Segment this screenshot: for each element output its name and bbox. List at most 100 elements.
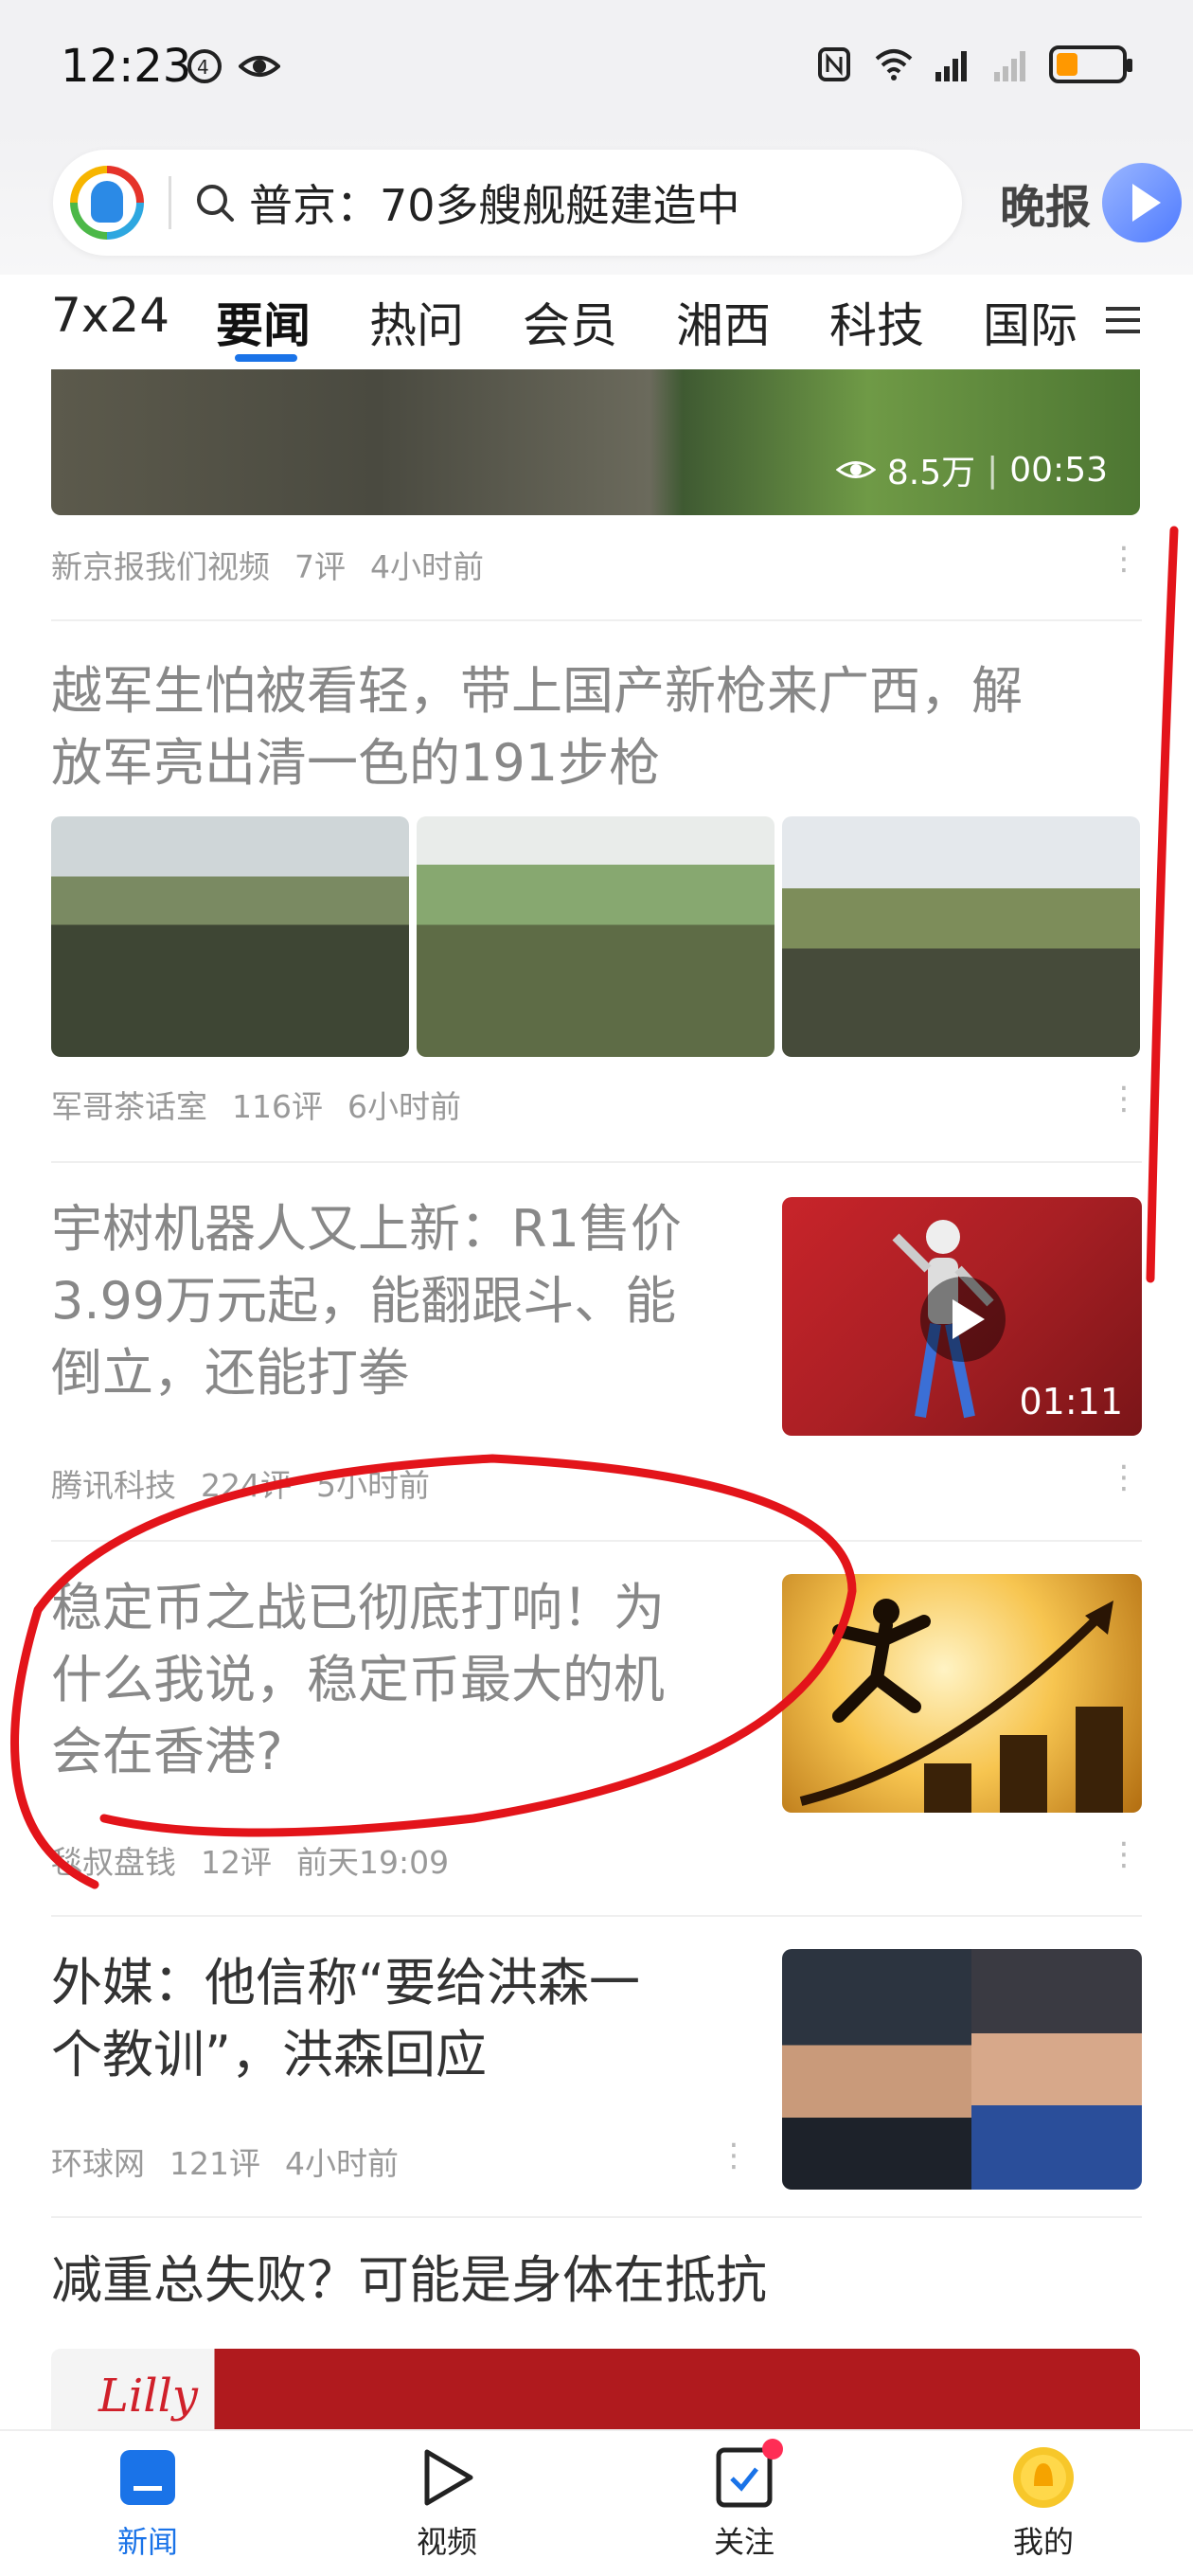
item-comments: 116评 bbox=[232, 1088, 323, 1125]
headline-3[interactable]: 稳定币之战已彻底打响！为 什么我说，稳定币最大的机 会在香港? bbox=[51, 1572, 771, 1788]
battery-icon bbox=[1049, 45, 1132, 83]
headline-line: 越军生怕被看轻，带上国产新枪来广西，解 bbox=[51, 661, 1023, 721]
nav-follow[interactable]: 关注 bbox=[678, 2439, 810, 2562]
news-image[interactable] bbox=[782, 816, 1140, 1057]
divider bbox=[51, 619, 1142, 621]
headline-line: 个教训”，洪森回应 bbox=[51, 2025, 487, 2084]
more-options-icon[interactable] bbox=[1108, 1458, 1140, 1498]
evening-news-button[interactable]: 晚报 bbox=[1000, 161, 1182, 244]
item-source: 毯叔盘钱 bbox=[51, 1844, 176, 1881]
headline-line: 什么我说，稳定币最大的机 bbox=[51, 1650, 665, 1709]
tab-bar: 7x24 要闻 热问 会员 湘西 科技 国际 bbox=[0, 275, 1193, 369]
item-meta: 毯叔盘钱 12评 前天19:09 bbox=[51, 1837, 473, 1883]
active-tab-indicator bbox=[235, 354, 297, 362]
headline-2[interactable]: 宇树机器人又上新：R1售价 3.99万元起，能翻跟斗、能 倒立，还能打拳 bbox=[51, 1193, 771, 1409]
notification-icon: 4 bbox=[187, 49, 222, 83]
nav-label: 新闻 bbox=[116, 2524, 178, 2560]
tab-hot-questions[interactable]: 热问 bbox=[369, 288, 464, 356]
headline-line: 外媒：他信称“要给洪森一 bbox=[51, 1953, 640, 2012]
follow-icon bbox=[711, 2439, 783, 2511]
video-icon bbox=[414, 2444, 480, 2511]
bottom-nav: 新闻 视频 关注 我的 bbox=[0, 2429, 1193, 2576]
nav-video[interactable]: 视频 bbox=[381, 2444, 513, 2562]
eye-icon bbox=[239, 56, 280, 77]
video-thumbnail[interactable]: 8.5万 | 00:53 bbox=[51, 369, 1140, 515]
nav-label: 我的 bbox=[1012, 2524, 1074, 2560]
news-image[interactable] bbox=[782, 1574, 1142, 1813]
divider bbox=[51, 2216, 1142, 2218]
headline-line: 稳定币之战已彻底打响！为 bbox=[51, 1578, 665, 1637]
item-source: 军哥茶话室 bbox=[51, 1088, 207, 1125]
wifi-icon bbox=[875, 49, 913, 80]
view-count: 8.5万 bbox=[886, 454, 976, 492]
views-icon bbox=[835, 461, 876, 478]
news-image[interactable] bbox=[417, 816, 775, 1057]
tab-tech[interactable]: 科技 bbox=[829, 288, 924, 356]
status-bar: 12:23 4 bbox=[0, 0, 1193, 133]
item-source: 新京报我们视频 bbox=[51, 548, 270, 585]
svg-text:4: 4 bbox=[197, 56, 209, 79]
play-icon bbox=[1102, 163, 1182, 242]
signal-2-icon bbox=[994, 51, 1025, 81]
item-time: 4小时前 bbox=[370, 548, 484, 585]
video-duration: 01:11 bbox=[1019, 1381, 1123, 1422]
news-image[interactable] bbox=[782, 1949, 1142, 2190]
item-comments: 121评 bbox=[169, 2145, 260, 2182]
news-image[interactable]: Lilly bbox=[51, 2349, 1140, 2429]
headline-line: 放军亮出清一色的191步枪 bbox=[51, 733, 661, 793]
item-time: 5小时前 bbox=[316, 1467, 430, 1504]
divider bbox=[51, 1161, 1142, 1163]
play-icon[interactable] bbox=[920, 1277, 1006, 1362]
item-comments: 12评 bbox=[201, 1844, 272, 1881]
divider bbox=[51, 1915, 1142, 1917]
headline-1[interactable]: 越军生怕被看轻，带上国产新枪来广西，解 放军亮出清一色的191步枪 bbox=[51, 655, 1149, 799]
photo-left bbox=[782, 1949, 971, 2190]
photo-right bbox=[971, 1949, 1142, 2190]
headline-line: 3.99万元起，能翻跟斗、能 bbox=[51, 1271, 677, 1331]
more-options-icon[interactable] bbox=[1108, 1080, 1140, 1119]
item-meta: 军哥茶话室 116评 6小时前 bbox=[51, 1082, 486, 1127]
tab-7x24[interactable]: 7x24 bbox=[51, 288, 169, 343]
tab-members[interactable]: 会员 bbox=[523, 288, 617, 356]
tab-headlines[interactable]: 要闻 bbox=[216, 288, 311, 356]
nav-label: 视频 bbox=[416, 2524, 477, 2560]
headline-line: 倒立，还能打拳 bbox=[51, 1343, 409, 1403]
headline-4[interactable]: 外媒：他信称“要给洪森一 个教训”，洪森回应 bbox=[51, 1947, 771, 2091]
item-time: 4小时前 bbox=[285, 2145, 399, 2182]
more-options-icon[interactable] bbox=[718, 2137, 750, 2176]
video-thumbnail[interactable]: 01:11 bbox=[782, 1197, 1142, 1436]
nfc-icon bbox=[818, 47, 850, 81]
item-time: 6小时前 bbox=[347, 1088, 461, 1125]
nav-news[interactable]: 新闻 bbox=[81, 2444, 214, 2562]
search-query[interactable]: 普京：70多艘舰艇建造中 bbox=[249, 171, 740, 234]
search-icon bbox=[197, 185, 234, 222]
news-feed: 8.5万 | 00:53 新京报我们视频 7评 4小时前 越军生怕被看轻，带上国产新… bbox=[0, 369, 1193, 2429]
menu-icon[interactable] bbox=[1104, 301, 1142, 339]
news-image[interactable] bbox=[51, 816, 409, 1057]
status-icons-right bbox=[814, 45, 1132, 83]
headline-line: 会在香港? bbox=[51, 1722, 283, 1781]
search-divider bbox=[169, 176, 171, 229]
status-icons-left: 4 bbox=[186, 47, 280, 85]
item-time: 前天19:09 bbox=[296, 1844, 450, 1881]
video-stats: 8.5万 | 00:53 bbox=[835, 445, 1108, 494]
app-logo-icon[interactable] bbox=[70, 166, 144, 240]
nav-profile[interactable]: 我的 bbox=[977, 2444, 1110, 2562]
item-comments: 7评 bbox=[294, 548, 346, 585]
status-time: 12:23 bbox=[61, 40, 192, 93]
headline-line: 宇树机器人又上新：R1售价 bbox=[51, 1199, 682, 1259]
item-source: 环球网 bbox=[51, 2145, 145, 2182]
news-icon bbox=[115, 2444, 181, 2511]
signal-icon bbox=[935, 51, 967, 81]
item-source: 腾讯科技 bbox=[51, 1467, 176, 1504]
more-options-icon[interactable] bbox=[1108, 1835, 1140, 1875]
item-meta: 环球网 121评 4小时前 bbox=[51, 2138, 423, 2184]
item-meta: 新京报我们视频 7评 4小时前 bbox=[51, 542, 508, 587]
more-options-icon[interactable] bbox=[1108, 540, 1140, 580]
headline-5[interactable]: 减重总失败？可能是身体在抵抗 bbox=[51, 2245, 1149, 2317]
tab-international[interactable]: 国际 bbox=[983, 288, 1077, 356]
item-meta: 腾讯科技 224评 5小时前 bbox=[51, 1460, 454, 1506]
nav-label: 关注 bbox=[713, 2524, 775, 2560]
search-bar[interactable]: 普京：70多艘舰艇建造中 bbox=[53, 150, 962, 256]
tab-xiangxi[interactable]: 湘西 bbox=[676, 288, 771, 356]
